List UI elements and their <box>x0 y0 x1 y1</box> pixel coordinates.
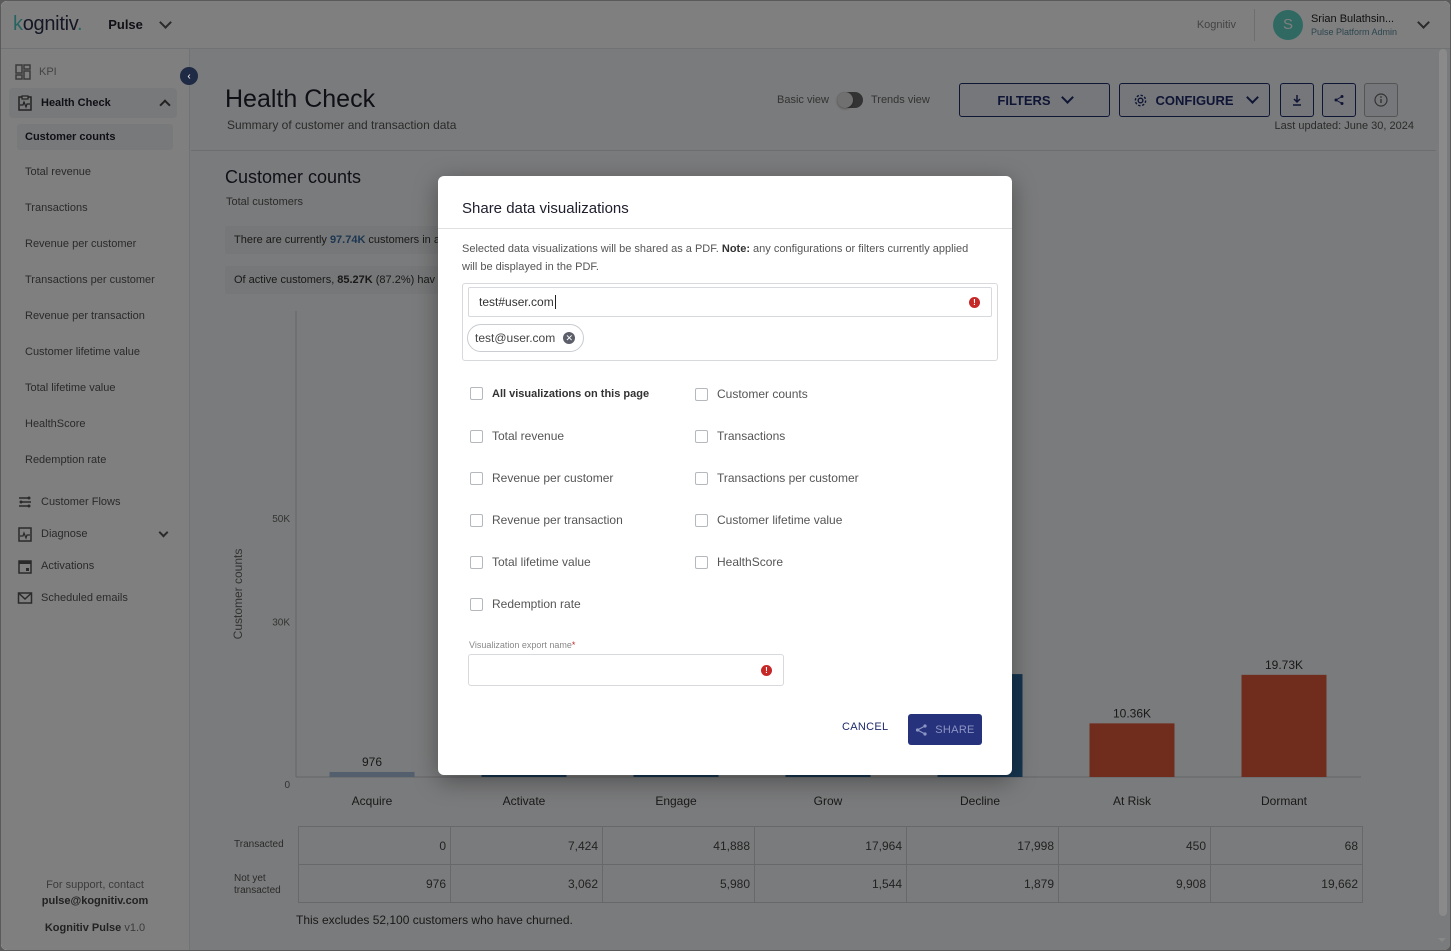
text-caret <box>554 295 556 309</box>
share-label: SHARE <box>935 723 975 736</box>
visualization-checkbox[interactable]: Total revenue <box>470 429 564 443</box>
dialog-title: Share data visualizations <box>462 200 629 217</box>
desc-note: Note: <box>721 243 750 255</box>
recipients-field: test#user.com ! test@user.com ✕ <box>462 283 998 361</box>
checkbox[interactable] <box>695 387 708 401</box>
remove-chip-icon[interactable]: ✕ <box>563 332 576 344</box>
visualization-checkbox[interactable]: Transactions <box>695 429 785 443</box>
chip-label: test@user.com <box>475 331 556 345</box>
checkbox-label: Revenue per transaction <box>492 513 623 527</box>
export-name-input[interactable]: ! <box>468 654 784 686</box>
divider <box>438 228 1012 229</box>
checkbox[interactable] <box>695 471 708 485</box>
error-icon: ! <box>761 665 772 676</box>
required-marker: * <box>571 640 576 650</box>
checkbox-label: Total lifetime value <box>492 555 591 569</box>
visualization-checkbox[interactable]: Revenue per customer <box>470 471 613 485</box>
checkbox[interactable] <box>470 471 483 485</box>
email-chip: test@user.com ✕ <box>467 324 585 352</box>
checkbox[interactable] <box>695 555 708 569</box>
checkbox[interactable] <box>695 429 708 443</box>
checkbox[interactable] <box>470 429 483 443</box>
checkbox-label: Total revenue <box>492 429 565 443</box>
visualization-checkbox[interactable]: Customer counts <box>695 387 808 401</box>
share-dialog: Share data visualizations Selected data … <box>438 176 1012 775</box>
visualization-checkbox[interactable]: HealthScore <box>695 555 783 569</box>
checkbox-label: HealthScore <box>717 555 784 569</box>
checkbox-label: All visualizations on this page <box>492 387 650 400</box>
scrollbar[interactable] <box>1439 49 1447 916</box>
checkbox-label: Redemption rate <box>492 597 581 611</box>
email-input-value: test#user.com <box>479 295 554 309</box>
scroll-down-arrow[interactable] <box>1438 938 1446 942</box>
checkbox-label: Revenue per customer <box>492 471 614 485</box>
email-input[interactable]: test#user.com ! <box>468 287 992 317</box>
checkbox-label: Transactions <box>717 429 786 443</box>
checkbox[interactable] <box>470 597 483 611</box>
visualization-checkbox[interactable]: Total lifetime value <box>470 555 591 569</box>
checkbox-label: Transactions per customer <box>717 471 859 485</box>
cancel-button[interactable]: CANCEL <box>842 721 888 733</box>
share-submit-button[interactable]: SHARE <box>908 714 982 745</box>
checkbox[interactable] <box>695 513 708 527</box>
error-icon: ! <box>969 297 980 308</box>
label-text: Visualization export name <box>469 640 572 650</box>
collapse-sidebar-button[interactable]: ‹ <box>180 67 198 85</box>
dialog-description: Selected data visualizations will be sha… <box>462 240 982 276</box>
share-icon <box>916 723 927 736</box>
export-name-label: Visualization export name* <box>469 640 575 650</box>
app-window: kognitiv. Pulse Kognitiv S Srian Bulaths… <box>1 1 1450 950</box>
checkbox-label: Customer lifetime value <box>717 513 843 527</box>
checkbox[interactable] <box>470 513 483 527</box>
visualization-checkbox[interactable]: Customer lifetime value <box>695 513 842 527</box>
visualization-checkbox[interactable]: Transactions per customer <box>695 471 859 485</box>
checkbox[interactable] <box>470 387 483 400</box>
visualization-checkbox[interactable]: Revenue per transaction <box>470 513 623 527</box>
checkbox[interactable] <box>470 555 483 569</box>
visualization-checkbox[interactable]: Redemption rate <box>470 597 581 611</box>
visualization-checkbox[interactable]: All visualizations on this page <box>470 387 649 400</box>
desc-text: Selected data visualizations will be sha… <box>462 243 719 255</box>
checkbox-label: Customer counts <box>717 387 808 401</box>
